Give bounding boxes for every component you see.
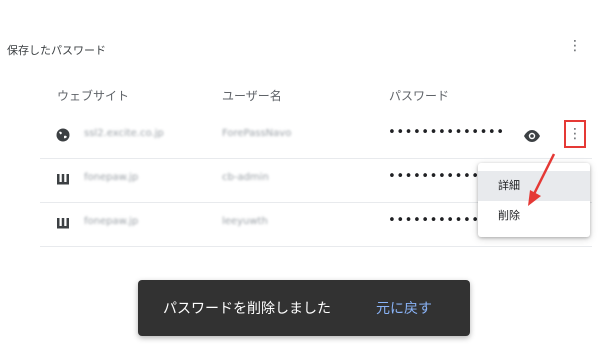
site-name[interactable]: fonepaw.jp xyxy=(84,216,138,227)
column-header-username: ユーザー名 xyxy=(222,89,282,103)
site-name[interactable]: fonepaw.jp xyxy=(84,172,138,183)
annotation-arrow xyxy=(528,153,556,206)
snackbar-message: パスワードを削除しました xyxy=(163,301,331,317)
more-vert-icon: ⋮ xyxy=(568,126,582,142)
password-value: •••••••••••••• xyxy=(388,125,505,140)
undo-button[interactable]: 元に戻す xyxy=(376,298,432,318)
more-actions-button[interactable]: ⋮ xyxy=(564,120,586,148)
site-name[interactable]: ssl2.excite.co.jp xyxy=(84,128,164,139)
snackbar: パスワードを削除しました 元に戻す xyxy=(138,280,470,336)
more-vert-icon[interactable]: ⋮ xyxy=(567,36,583,56)
username: ForePassNavo xyxy=(222,128,292,139)
fonepaw-icon xyxy=(55,171,71,187)
globe-icon xyxy=(55,127,71,143)
eye-icon[interactable] xyxy=(523,128,541,144)
column-header-website: ウェブサイト xyxy=(57,89,130,103)
section-title: 保存したパスワード xyxy=(7,44,106,57)
password-row: ssl2.excite.co.jp ForePassNavo •••••••••… xyxy=(40,114,592,159)
column-header-password: パスワード xyxy=(389,89,450,103)
fonepaw-icon xyxy=(55,215,71,231)
username: cb-admin xyxy=(222,172,269,183)
username: leeyuwth xyxy=(222,216,268,227)
